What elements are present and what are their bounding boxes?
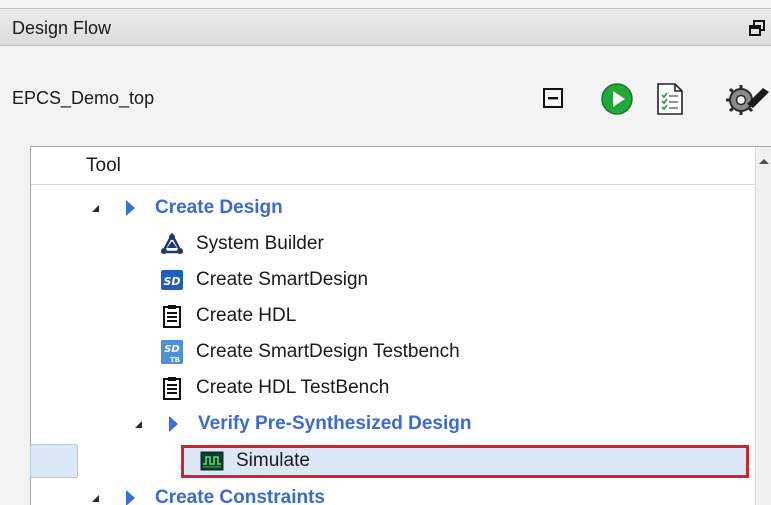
tree-column-header: Tool	[31, 147, 756, 185]
tree-item-label: Create HDL TestBench	[196, 377, 390, 398]
tree-group-create-design[interactable]: Create Design	[92, 190, 283, 226]
tree-item-label: System Builder	[196, 233, 324, 254]
tree-item-label: Create SmartDesign Testbench	[196, 341, 460, 362]
system-builder-icon	[160, 232, 184, 254]
run-icon[interactable]	[600, 82, 634, 116]
svg-text:TB: TB	[170, 356, 180, 364]
tree-item-create-hdl[interactable]: Create HDL	[160, 298, 296, 334]
scroll-up-arrow-icon[interactable]	[759, 159, 769, 164]
report-icon[interactable]	[655, 82, 685, 116]
smartdesign-testbench-icon: SD TB	[161, 340, 183, 364]
flow-step-marker-icon	[169, 416, 178, 432]
hdl-document-icon	[163, 305, 181, 328]
vertical-scrollbar[interactable]	[755, 147, 771, 505]
tree-item-label: Create Constraints	[155, 487, 325, 505]
tree-item-create-hdl-testbench[interactable]: Create HDL TestBench	[160, 370, 389, 406]
expanded-arrow-icon[interactable]	[92, 494, 99, 502]
design-flow-panel: Design Flow EPCS_Demo_top Tool Create De…	[0, 0, 771, 505]
column-header-tool[interactable]: Tool	[86, 155, 121, 177]
tree-item-label: Create HDL	[196, 305, 297, 326]
tree-item-label: Verify Pre-Synthesized Design	[198, 413, 472, 434]
flow-step-marker-icon	[126, 200, 135, 216]
smartdesign-icon: SD	[161, 270, 183, 290]
simulate-icon	[200, 451, 224, 471]
tree-item-label: Create SmartDesign	[196, 269, 369, 290]
panel-title: Design Flow	[12, 18, 112, 38]
hdl-document-icon	[163, 377, 181, 400]
collapse-all-icon[interactable]	[543, 88, 563, 108]
tree-group-verify-pre-synthesized-design[interactable]: Verify Pre-Synthesized Design	[135, 406, 472, 442]
options-icon[interactable]	[725, 82, 771, 116]
tree-group-create-constraints[interactable]: Create Constraints	[92, 480, 325, 505]
tree-item-simulate[interactable]: Simulate	[200, 443, 310, 479]
tree-item-create-smartdesign-testbench[interactable]: SD TB Create SmartDesign Testbench	[160, 334, 460, 370]
expanded-arrow-icon[interactable]	[92, 204, 99, 212]
tree-item-label: Simulate	[236, 450, 310, 471]
float-window-icon[interactable]	[749, 20, 765, 36]
panel-titlebar: Design Flow	[0, 8, 771, 46]
tree-item-label: Create Design	[155, 197, 283, 218]
tree-item-system-builder[interactable]: System Builder	[160, 226, 324, 262]
expanded-arrow-icon[interactable]	[135, 420, 142, 428]
tree-item-create-smartdesign[interactable]: SD Create SmartDesign	[160, 262, 368, 298]
svg-text:SD: SD	[163, 275, 180, 288]
flow-step-marker-icon	[126, 490, 135, 505]
root-module-name: EPCS_Demo_top	[12, 88, 155, 108]
row-gutter-cell[interactable]	[30, 444, 78, 478]
svg-text:SD: SD	[164, 344, 180, 355]
design-flow-toolbar: EPCS_Demo_top	[0, 46, 771, 146]
